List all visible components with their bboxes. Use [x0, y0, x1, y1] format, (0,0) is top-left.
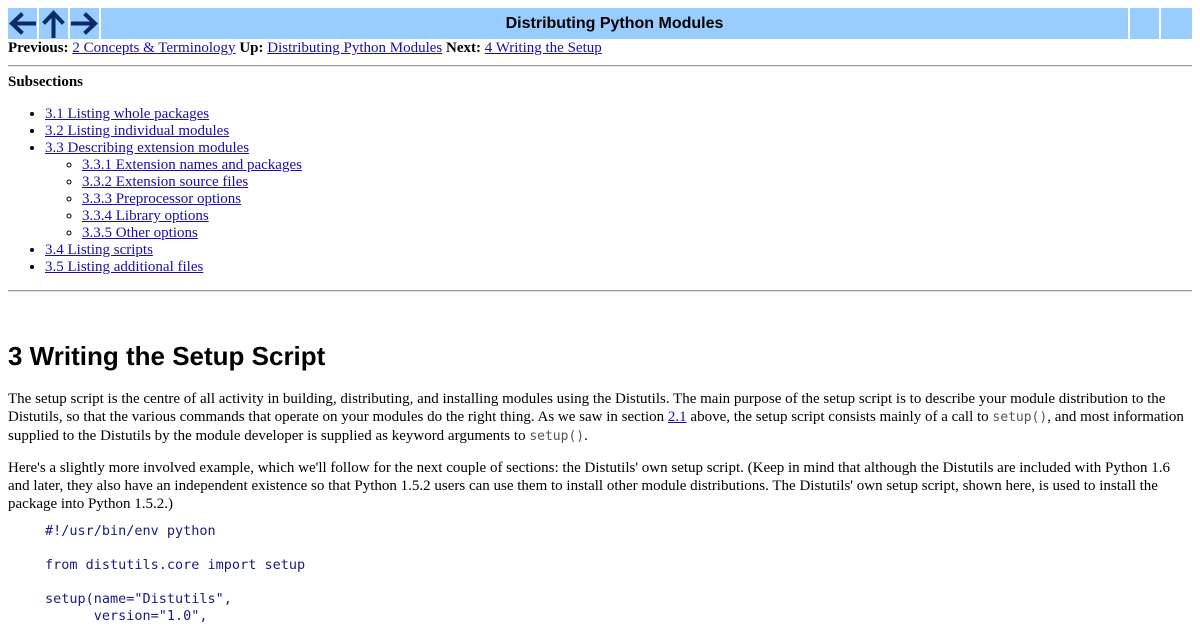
- list-item: 3.3 Describing extension modules 3.3.1 E…: [45, 140, 302, 242]
- right-arrow-icon: [71, 12, 98, 35]
- toc-link[interactable]: 3.2 Listing individual modules: [45, 123, 229, 139]
- nav-blank-cell: [1130, 8, 1161, 39]
- up-link[interactable]: Distributing Python Modules: [267, 40, 442, 56]
- list-item: 3.3.5 Other options: [82, 225, 302, 242]
- previous-label: Previous:: [8, 40, 69, 56]
- code-block: #!/usr/bin/env python from distutils.cor…: [45, 523, 305, 625]
- next-label: Next:: [446, 40, 481, 56]
- list-item: 3.3.1 Extension names and packages: [82, 157, 302, 174]
- up-label: Up:: [239, 40, 264, 56]
- list-item: 3.3.4 Library options: [82, 208, 302, 225]
- code-line: version="1.0",: [45, 608, 208, 624]
- toc-link[interactable]: 3.3.4 Library options: [82, 208, 209, 224]
- next-link[interactable]: 4 Writing the Setup: [485, 40, 602, 56]
- code-line: setup(name="Distutils",: [45, 591, 232, 607]
- example-paragraph: Here's a slightly more involved example,…: [8, 460, 1171, 512]
- navigation-links: Previous: 2 Concepts & Terminology Up: D…: [8, 40, 602, 57]
- navigation-bar: Distributing Python Modules: [8, 8, 1192, 39]
- paragraph-text: .: [584, 428, 588, 444]
- up-arrow-icon: [42, 10, 65, 38]
- code-line: #!/usr/bin/env python: [45, 523, 216, 539]
- intro-paragraph: The setup script is the centre of all ac…: [8, 390, 1194, 446]
- section-link[interactable]: 2.1: [668, 409, 687, 425]
- toc-link[interactable]: 3.3 Describing extension modules: [45, 140, 249, 156]
- paragraph-text: above, the setup script consists mainly …: [686, 409, 993, 425]
- previous-page-button[interactable]: [8, 8, 39, 39]
- left-arrow-icon: [9, 12, 36, 35]
- divider: [8, 290, 1192, 292]
- code-line: from distutils.core import setup: [45, 557, 306, 573]
- up-page-button[interactable]: [39, 8, 70, 39]
- toc-link[interactable]: 3.4 Listing scripts: [45, 242, 153, 258]
- next-page-button[interactable]: [70, 8, 101, 39]
- toc-link[interactable]: 3.3.1 Extension names and packages: [82, 157, 302, 173]
- subsections-list: 3.1 Listing whole packages 3.2 Listing i…: [8, 106, 302, 276]
- inline-code: setup(): [992, 410, 1048, 425]
- toc-link[interactable]: 3.1 Listing whole packages: [45, 106, 209, 122]
- list-item: 3.2 Listing individual modules: [45, 123, 302, 140]
- navigation-title: Distributing Python Modules: [101, 8, 1130, 39]
- toc-link[interactable]: 3.3.3 Preprocessor options: [82, 191, 241, 207]
- list-item: 3.4 Listing scripts: [45, 242, 302, 259]
- divider: [8, 65, 1192, 67]
- list-item: 3.5 Listing additional files: [45, 259, 302, 276]
- inline-code: setup(): [529, 429, 585, 444]
- toc-link[interactable]: 3.3.5 Other options: [82, 225, 198, 241]
- toc-link[interactable]: 3.3.2 Extension source files: [82, 174, 248, 190]
- list-item: 3.3.3 Preprocessor options: [82, 191, 302, 208]
- nav-blank-cell: [1161, 8, 1192, 39]
- toc-link[interactable]: 3.5 Listing additional files: [45, 259, 203, 275]
- subsections-heading: Subsections: [8, 74, 84, 90]
- nested-subsections-list: 3.3.1 Extension names and packages 3.3.2…: [45, 157, 302, 242]
- list-item: 3.3.2 Extension source files: [82, 174, 302, 191]
- previous-link[interactable]: 2 Concepts & Terminology: [72, 40, 235, 56]
- list-item: 3.1 Listing whole packages: [45, 106, 302, 123]
- page-title: 3 Writing the Setup Script: [8, 341, 326, 371]
